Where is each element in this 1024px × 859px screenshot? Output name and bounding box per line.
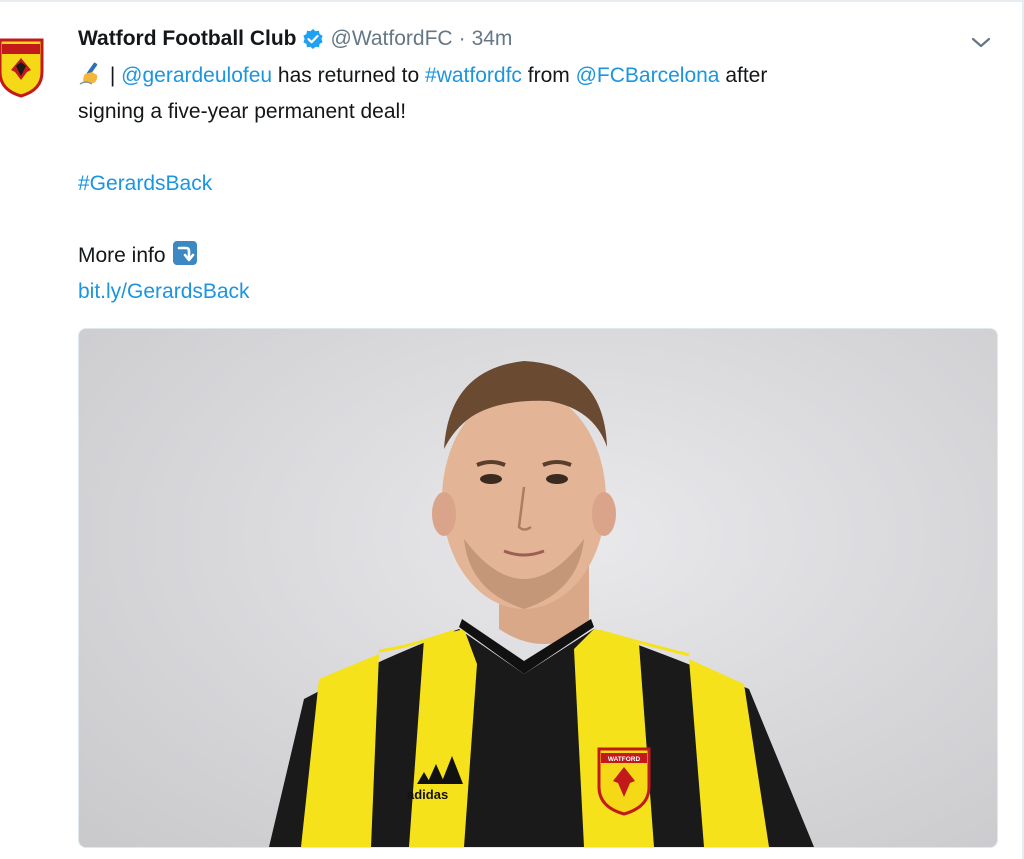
hashtag-gerardsback[interactable]: #GerardsBack <box>78 172 212 195</box>
text-part-1: has returned to <box>277 64 420 87</box>
text-separator: | <box>109 64 116 87</box>
mention-fcbarcelona[interactable]: @FCBarcelona <box>576 64 720 87</box>
mention-gerardeulofeu[interactable]: @gerardeulofeu <box>121 64 272 87</box>
chevron-down-icon[interactable] <box>968 32 994 52</box>
player-photo-image: adidas WATFORD <box>269 361 814 847</box>
text-part-2: from <box>527 64 570 87</box>
author-avatar[interactable] <box>0 36 44 98</box>
tweet-text-line-2: signing a five-year permanent deal! <box>78 100 407 123</box>
tweet-text-line-3: #GerardsBack <box>78 166 948 202</box>
more-info-label: More info <box>78 244 166 267</box>
tweet-header: Watford Football Club @WatfordFC · 34m <box>78 24 512 54</box>
tweet-text-line-5: bit.ly/GerardsBack <box>78 274 948 310</box>
tweet-text: | @gerardeulofeu has returned to #watfor… <box>78 58 948 310</box>
tweet-photo[interactable]: adidas WATFORD <box>78 328 998 848</box>
tweet-timestamp[interactable]: 34m <box>472 27 513 51</box>
right-arrow-curving-down-icon <box>172 240 198 266</box>
author-handle[interactable]: @WatfordFC <box>331 27 453 51</box>
svg-text:WATFORD: WATFORD <box>608 756 641 763</box>
external-link[interactable]: bit.ly/GerardsBack <box>78 280 250 303</box>
verified-badge-icon <box>302 28 324 50</box>
header-separator: · <box>458 27 466 50</box>
writing-hand-emoji-icon <box>78 60 104 86</box>
watford-crest-icon <box>0 38 44 98</box>
tweet-text-line-4: More info <box>78 238 948 274</box>
text-part-3: after <box>725 64 768 87</box>
author-name[interactable]: Watford Football Club <box>78 27 297 51</box>
hashtag-watfordfc[interactable]: #watfordfc <box>425 64 522 87</box>
top-border <box>0 0 1024 2</box>
watford-crest-icon: WATFORD <box>597 747 651 816</box>
tweet-text-line-1: | @gerardeulofeu has returned to #watfor… <box>78 58 948 94</box>
svg-text:adidas: adidas <box>407 787 448 802</box>
